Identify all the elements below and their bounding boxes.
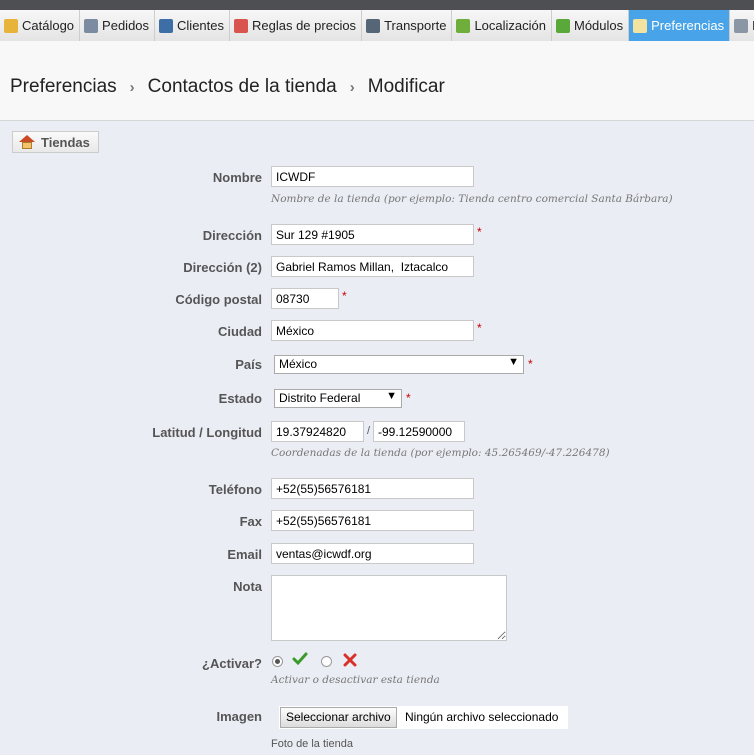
top-strip bbox=[0, 0, 754, 10]
direccion2-label: Dirección (2) bbox=[183, 260, 262, 275]
pais-select[interactable]: México ▼ bbox=[274, 355, 524, 374]
file-status: Ningún archivo seleccionado bbox=[405, 710, 559, 724]
puzzle-icon bbox=[556, 18, 570, 33]
menu-item-localizacion[interactable]: Localización bbox=[452, 10, 552, 41]
breadcrumb: Preferencias › Contactos de la tienda › … bbox=[10, 76, 445, 98]
email-label: Email bbox=[227, 547, 262, 562]
preferences-icon bbox=[633, 18, 648, 33]
menu-item-label: Preferencias bbox=[651, 18, 725, 33]
menu-item-label: Catálogo bbox=[22, 18, 75, 33]
wrench-icon bbox=[734, 18, 749, 33]
activar-label: ¿Activar? bbox=[202, 656, 262, 671]
required-mark: * bbox=[406, 391, 411, 405]
activar-hint: Activar o desactivar esta tienda bbox=[271, 674, 440, 686]
menu-item-label: Localización bbox=[474, 18, 546, 33]
codigo-postal-label: Código postal bbox=[175, 292, 262, 307]
direccion-label: Dirección bbox=[202, 228, 262, 243]
required-mark: * bbox=[528, 357, 533, 371]
telefono-input[interactable] bbox=[271, 478, 474, 499]
estado-select-value: Distrito Federal bbox=[279, 391, 361, 405]
home-icon bbox=[19, 135, 35, 149]
telefono-label: Teléfono bbox=[208, 482, 262, 497]
select-file-button[interactable]: Seleccionar archivo bbox=[280, 707, 397, 728]
longitude-input[interactable] bbox=[373, 421, 465, 442]
required-mark: * bbox=[477, 321, 482, 335]
activar-no-radio[interactable] bbox=[321, 656, 332, 667]
globe-icon bbox=[456, 18, 471, 33]
breadcrumb-separator: › bbox=[349, 78, 355, 96]
pais-select-value: México bbox=[279, 357, 318, 371]
ciudad-input[interactable] bbox=[271, 320, 474, 341]
cart-icon bbox=[84, 18, 99, 33]
latitude-input[interactable] bbox=[271, 421, 364, 442]
direccion-input[interactable] bbox=[271, 224, 474, 245]
menu-item-preferencias[interactable]: Preferencias bbox=[629, 10, 731, 41]
breadcrumb-item-modificar: Modificar bbox=[367, 76, 445, 97]
fax-input[interactable] bbox=[271, 510, 474, 531]
imagen-label: Imagen bbox=[216, 709, 262, 724]
folder-icon bbox=[4, 18, 18, 33]
activar-yes-radio[interactable] bbox=[272, 656, 283, 667]
price-rules-icon bbox=[234, 18, 248, 33]
breadcrumb-separator: › bbox=[129, 78, 135, 96]
menu-item-modulos[interactable]: Módulos bbox=[552, 10, 630, 41]
codigo-postal-input[interactable] bbox=[271, 288, 339, 309]
dropdown-arrow-icon: ▼ bbox=[386, 390, 397, 402]
required-mark: * bbox=[477, 225, 482, 239]
fieldset-legend: Tiendas bbox=[12, 131, 99, 153]
breadcrumb-item-preferencias[interactable]: Preferencias bbox=[10, 76, 117, 98]
check-icon bbox=[292, 652, 308, 666]
menu-item-clientes[interactable]: Clientes bbox=[155, 10, 230, 41]
breadcrumb-item-contactos[interactable]: Contactos de la tienda bbox=[148, 76, 337, 98]
latlng-separator: / bbox=[367, 425, 371, 437]
ciudad-label: Ciudad bbox=[217, 324, 262, 339]
menu-item-pa[interactable]: Pa bbox=[730, 10, 754, 41]
menu-item-label: Transporte bbox=[384, 18, 447, 33]
email-input[interactable] bbox=[271, 543, 474, 564]
latlng-label: Latitud / Longitud bbox=[152, 425, 262, 440]
estado-label: Estado bbox=[218, 391, 262, 406]
nota-label: Nota bbox=[233, 579, 262, 594]
required-mark: * bbox=[342, 289, 347, 303]
latlng-hint: Coordenadas de la tienda (por ejemplo: 4… bbox=[271, 447, 610, 459]
fax-label: Fax bbox=[239, 514, 262, 529]
menu-item-transporte[interactable]: Transporte bbox=[362, 10, 453, 41]
dropdown-arrow-icon: ▼ bbox=[508, 356, 519, 368]
cross-icon bbox=[343, 653, 357, 667]
nombre-input[interactable] bbox=[271, 166, 474, 187]
menu-item-pedidos[interactable]: Pedidos bbox=[80, 10, 156, 41]
legend-label: Tiendas bbox=[41, 134, 90, 150]
direccion2-input[interactable] bbox=[271, 256, 474, 277]
user-icon bbox=[159, 18, 174, 33]
truck-icon bbox=[366, 18, 381, 33]
nombre-label: Nombre bbox=[212, 170, 262, 185]
menu-item-label: Pedidos bbox=[102, 18, 150, 33]
menu-item-catalogo[interactable]: Catálogo bbox=[0, 10, 81, 41]
menu-item-label: Clientes bbox=[177, 18, 224, 33]
main-menu: Catálogo Pedidos Clientes Reglas de precios… bbox=[0, 10, 754, 42]
menu-item-label: Módulos bbox=[574, 18, 624, 33]
menu-item-label: Reglas de precios bbox=[252, 18, 357, 33]
page-header: Preferencias › Contactos de la tienda › … bbox=[0, 41, 754, 121]
estado-select[interactable]: Distrito Federal ▼ bbox=[274, 389, 402, 408]
imagen-hint: Foto de la tienda bbox=[271, 738, 353, 750]
nota-textarea[interactable] bbox=[271, 575, 507, 641]
nombre-hint: Nombre de la tienda (por ejemplo: Tienda… bbox=[271, 193, 673, 205]
menu-item-reglas-de-precios[interactable]: Reglas de precios bbox=[230, 10, 363, 41]
pais-label: País bbox=[235, 357, 262, 372]
